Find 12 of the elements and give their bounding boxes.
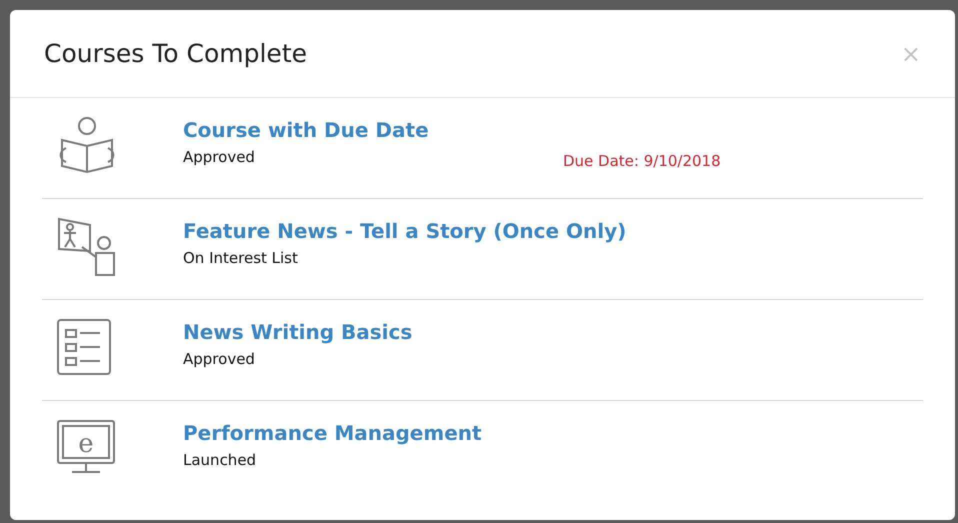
checklist-icon xyxy=(56,318,112,376)
due-date: Due Date: 9/10/2018 xyxy=(563,151,721,172)
presenter-icon xyxy=(56,217,118,277)
dialog-title: Courses To Complete xyxy=(44,38,308,70)
course-status: Launched xyxy=(183,450,258,471)
course-link[interactable]: Performance Management xyxy=(183,419,482,447)
course-link[interactable]: Course with Due Date xyxy=(183,116,429,144)
course-status: Approved xyxy=(183,349,256,370)
course-link[interactable]: News Writing Basics xyxy=(183,318,412,346)
course-status: On Interest List xyxy=(183,248,299,269)
course-link[interactable]: Feature News - Tell a Story (Once Only) xyxy=(183,217,626,245)
course-status: Approved xyxy=(183,147,256,168)
